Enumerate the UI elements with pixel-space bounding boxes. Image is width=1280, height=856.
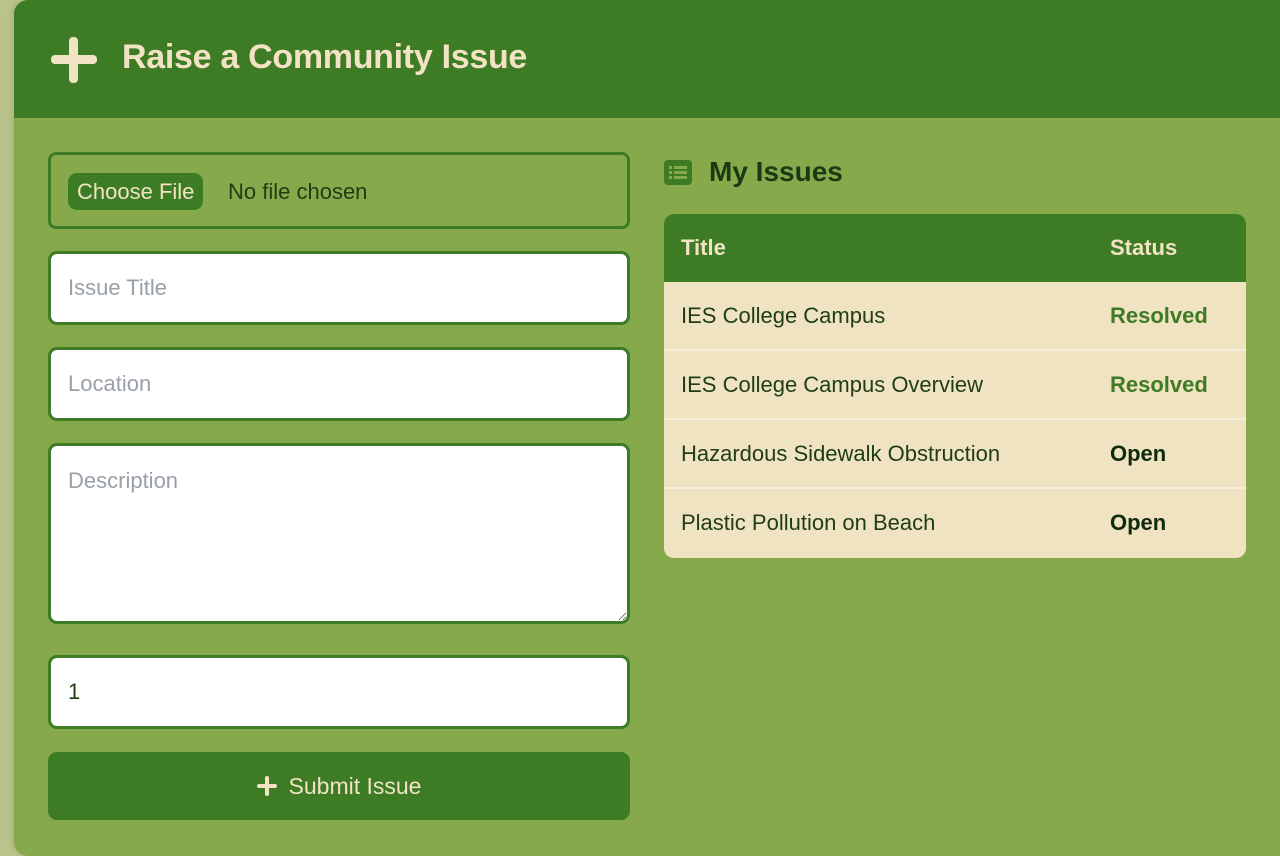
- issue-title-cell: IES College Campus Overview: [681, 372, 984, 397]
- status-badge: Open: [1110, 441, 1167, 466]
- status-badge: Open: [1110, 510, 1167, 535]
- plus-icon: [256, 776, 277, 796]
- table-row[interactable]: Plastic Pollution on Beach Open: [664, 489, 1246, 558]
- page-title: Raise a Community Issue: [122, 38, 528, 76]
- list-icon: [664, 160, 692, 185]
- my-issues-heading: My Issues: [709, 156, 843, 187]
- location-input[interactable]: [48, 347, 630, 421]
- file-status-text: No file chosen: [228, 179, 368, 204]
- card-header: Raise a Community Issue: [14, 0, 1280, 118]
- choose-file-button[interactable]: Choose File: [68, 173, 204, 210]
- table-header: Title Status: [664, 214, 1246, 282]
- issue-title-cell: Plastic Pollution on Beach: [681, 510, 936, 535]
- issues-table: Title Status IES College Campus Resolved…: [664, 214, 1246, 558]
- table-row[interactable]: Hazardous Sidewalk Obstruction Open: [664, 420, 1246, 489]
- submit-label: Submit Issue: [288, 772, 422, 799]
- issue-title-cell: Hazardous Sidewalk Obstruction: [681, 441, 1001, 466]
- column-header-title: Title: [681, 235, 726, 260]
- plus-icon: [51, 37, 97, 83]
- submit-issue-button[interactable]: Submit Issue: [48, 752, 630, 820]
- issue-title-cell: IES College Campus: [681, 303, 886, 328]
- table-row[interactable]: IES College Campus Resolved: [664, 282, 1246, 351]
- file-upload-field[interactable]: Choose File No file chosen: [48, 152, 630, 229]
- issue-card: Raise a Community Issue Choose File No f…: [14, 0, 1280, 856]
- number-input[interactable]: [48, 655, 630, 729]
- status-badge: Resolved: [1110, 303, 1208, 328]
- column-header-status: Status: [1110, 235, 1178, 260]
- status-badge: Resolved: [1110, 372, 1208, 397]
- issue-title-input[interactable]: [48, 251, 630, 325]
- table-row[interactable]: IES College Campus Overview Resolved: [664, 351, 1246, 420]
- description-textarea[interactable]: [48, 443, 630, 624]
